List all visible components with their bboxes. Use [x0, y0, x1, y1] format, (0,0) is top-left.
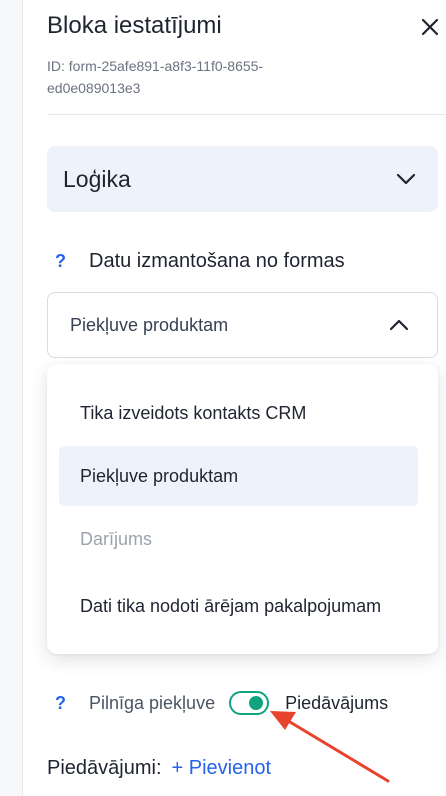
left-rail	[0, 0, 23, 796]
add-offer-link[interactable]: + Pievienot	[172, 757, 272, 780]
data-usage-label: Datu izmantošana no formas	[89, 249, 345, 272]
help-icon[interactable]: ?	[47, 251, 89, 272]
data-source-select[interactable]: Piekļuve produktam	[47, 292, 438, 358]
logic-accordion-header[interactable]: Loģika	[47, 146, 438, 212]
dropdown-option-deal: Darījums	[80, 529, 153, 549]
chevron-up-icon	[389, 319, 409, 331]
logic-accordion-label: Loģika	[63, 165, 131, 192]
help-icon[interactable]: ?	[47, 693, 89, 714]
close-icon	[421, 18, 439, 36]
divider	[47, 114, 446, 115]
close-button[interactable]	[417, 14, 443, 40]
dropdown-option-external-service[interactable]: Dati tika nodoti ārējam pakalpojumam	[59, 578, 418, 634]
chevron-down-icon	[396, 173, 416, 185]
block-id: ID: form-25afe891-a8f3-11f0-8655-ed0e089…	[47, 58, 264, 96]
data-usage-row: ? Datu izmantošana no formas	[47, 248, 345, 274]
dropdown-option-product-access[interactable]: Piekļuve produktam	[59, 446, 418, 506]
select-dropdown-menu: Tika izveidots kontakts CRM Piekļuve pro…	[47, 364, 438, 654]
select-value: Piekļuve produktam	[70, 314, 229, 335]
block-settings-panel: Bloka iestatījumi ID: form-25afe891-a8f3…	[23, 0, 446, 796]
offers-label: Piedāvājumi:	[47, 756, 162, 779]
toggle-knob	[249, 696, 264, 710]
dropdown-option-crm-contact[interactable]: Tika izveidots kontakts CRM	[59, 398, 418, 428]
offers-row: Piedāvājumi: + Pievienot	[47, 755, 271, 781]
access-toggle-row: ? Pilnīga piekļuve Piedāvājums	[47, 688, 388, 718]
offer-label: Piedāvājums	[285, 692, 389, 713]
full-access-label: Pilnīga piekļuve	[89, 692, 216, 713]
panel-title: Bloka iestatījumi	[47, 12, 222, 39]
access-mode-toggle[interactable]	[229, 691, 270, 715]
